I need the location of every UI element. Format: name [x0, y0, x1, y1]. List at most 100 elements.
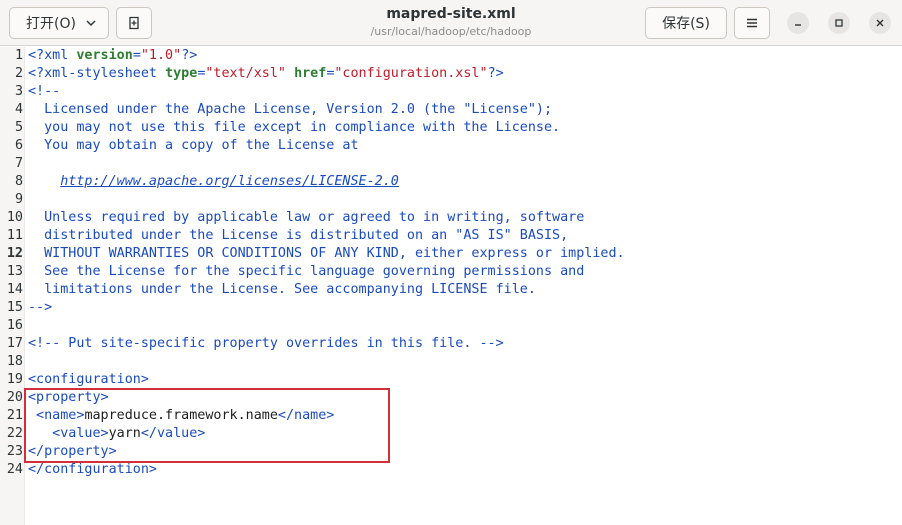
code-token: =	[132, 48, 141, 63]
code-token: type	[165, 66, 198, 81]
code-line[interactable]: 16	[0, 317, 902, 335]
code-token: <!-- Put site-specific property override…	[28, 336, 504, 351]
line-number: 6	[14, 138, 23, 153]
code-token: <!--	[28, 84, 61, 99]
code-token: limitations under the License. See accom…	[28, 282, 536, 297]
line-number: 12	[6, 246, 23, 261]
annotation-highlight-box	[24, 388, 390, 463]
code-line[interactable]: 1 <?xml version="1.0"?>	[0, 47, 902, 65]
code-text: -->	[28, 299, 52, 317]
header-bar: 打开(O) mapred-site.xml /usr/local/hadoop/…	[0, 0, 902, 46]
code-token: You may obtain a copy of the License at	[28, 138, 359, 153]
code-token: href	[294, 66, 327, 81]
code-text: you may not use this file except in comp…	[28, 119, 560, 137]
license-link[interactable]: http://www.apache.org/licenses/LICENSE-2…	[60, 174, 399, 189]
line-number: 1	[14, 48, 23, 63]
code-text: distributed under the License is distrib…	[28, 227, 568, 245]
code-text: Unless required by applicable law or agr…	[28, 209, 584, 227]
line-number: 15	[6, 300, 23, 315]
maximize-button[interactable]	[828, 12, 850, 34]
code-token: <?xml-stylesheet	[28, 66, 166, 81]
code-token: distributed under the License is distrib…	[28, 228, 569, 243]
hamburger-menu-icon	[747, 18, 757, 28]
open-button[interactable]: 打开(O)	[9, 7, 109, 39]
file-path: /usr/local/hadoop/etc/hadoop	[370, 25, 532, 38]
menu-button[interactable]	[734, 7, 770, 39]
code-line[interactable]: 6 You may obtain a copy of the License a…	[0, 137, 902, 155]
code-token: </configuration>	[28, 462, 157, 477]
code-token: Licensed under the Apache License, Versi…	[28, 102, 553, 117]
close-icon	[876, 19, 884, 27]
code-text: <?xml version="1.0"?>	[28, 47, 197, 65]
code-token: See the License for the specific languag…	[28, 264, 585, 279]
code-line[interactable]: 9	[0, 191, 902, 209]
code-line[interactable]: 8 http://www.apache.org/licenses/LICENSE…	[0, 173, 902, 191]
code-token: ?>	[181, 48, 198, 63]
code-token: <configuration>	[28, 372, 149, 387]
code-text: WITHOUT WARRANTIES OR CONDITIONS OF ANY …	[28, 245, 625, 263]
code-line[interactable]: 13 See the License for the specific lang…	[0, 263, 902, 281]
code-token: WITHOUT WARRANTIES OR CONDITIONS OF ANY …	[28, 246, 625, 261]
code-text: You may obtain a copy of the License at	[28, 137, 359, 155]
line-number: 17	[6, 336, 23, 351]
line-number: 3	[14, 84, 23, 99]
code-line[interactable]: 4 Licensed under the Apache License, Ver…	[0, 101, 902, 119]
line-number: 4	[14, 102, 23, 117]
code-line[interactable]: 17 <!-- Put site-specific property overri…	[0, 335, 902, 353]
close-button[interactable]	[869, 12, 891, 34]
code-line[interactable]: 5 you may not use this file except in co…	[0, 119, 902, 137]
code-token: Unless required by applicable law or agr…	[28, 210, 585, 225]
chevron-down-icon	[86, 20, 96, 27]
line-number: 11	[6, 228, 23, 243]
code-line[interactable]: 11 distributed under the License is dist…	[0, 227, 902, 245]
code-token: "configuration.xsl"	[334, 66, 488, 81]
code-line[interactable]: 15 -->	[0, 299, 902, 317]
line-number: 5	[14, 120, 23, 135]
minimize-button[interactable]	[787, 12, 809, 34]
line-number: 13	[6, 264, 23, 279]
line-number: 20	[6, 390, 23, 405]
code-text: Licensed under the Apache License, Versi…	[28, 101, 552, 119]
code-line[interactable]: 3 <!--	[0, 83, 902, 101]
code-line[interactable]: 19 <configuration>	[0, 371, 902, 389]
line-number: 8	[14, 174, 23, 189]
code-token: <?xml	[28, 48, 77, 63]
code-token: "1.0"	[140, 48, 182, 63]
code-line[interactable]: 7	[0, 155, 902, 173]
line-number: 19	[6, 372, 23, 387]
code-text: </configuration>	[28, 461, 157, 479]
open-button-label: 打开(O)	[26, 16, 76, 32]
maximize-icon	[835, 19, 843, 27]
code-token: version	[76, 48, 133, 63]
code-line[interactable]: 10 Unless required by applicable law or …	[0, 209, 902, 227]
code-line[interactable]: 12 WITHOUT WARRANTIES OR CONDITIONS OF A…	[0, 245, 902, 263]
new-tab-button[interactable]	[116, 7, 152, 39]
code-text: <?xml-stylesheet type="text/xsl" href="c…	[28, 65, 504, 83]
line-number: 16	[6, 318, 23, 333]
line-number: 9	[14, 192, 23, 207]
code-text: See the License for the specific languag…	[28, 263, 584, 281]
code-token: you may not use this file except in comp…	[28, 120, 561, 135]
code-text: limitations under the License. See accom…	[28, 281, 536, 299]
code-text: http://www.apache.org/licenses/LICENSE-2…	[28, 173, 399, 191]
line-number: 14	[6, 282, 23, 297]
line-number: 10	[6, 210, 23, 225]
line-number: 22	[6, 426, 23, 441]
code-line[interactable]: 18	[0, 353, 902, 371]
code-text: <configuration>	[28, 371, 149, 389]
line-number: 24	[6, 462, 23, 477]
code-token: ?>	[487, 66, 504, 81]
line-number: 2	[14, 66, 23, 81]
code-token: "text/xsl"	[205, 66, 286, 81]
save-button[interactable]: 保存(S)	[645, 7, 727, 39]
code-line[interactable]: 14 limitations under the License. See ac…	[0, 281, 902, 299]
line-number: 21	[6, 408, 23, 423]
line-number: 7	[14, 156, 23, 171]
line-number: 23	[6, 444, 23, 459]
code-text: <!--	[28, 83, 60, 101]
code-token: -->	[28, 300, 53, 315]
code-line[interactable]: 2 <?xml-stylesheet type="text/xsl" href="…	[0, 65, 902, 83]
code-line[interactable]: 24 </configuration>	[0, 461, 902, 479]
